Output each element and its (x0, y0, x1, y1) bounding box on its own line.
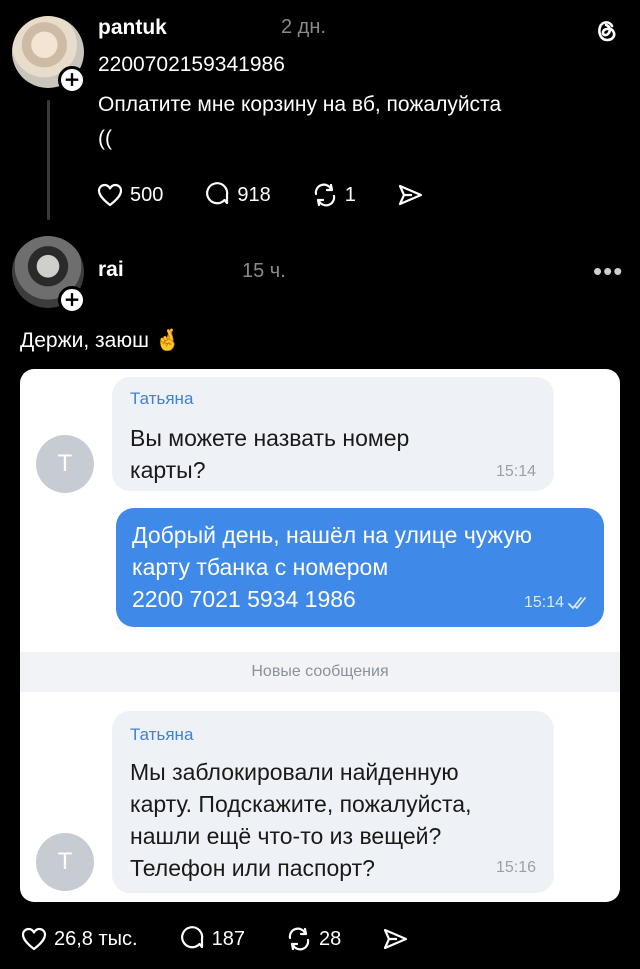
message-text-line: Вы можете назвать номер (130, 425, 410, 451)
comment-count: 918 (237, 183, 271, 206)
post-text-line: Оплатите мне корзину на вб, пожалуйста (98, 93, 502, 116)
comment-button[interactable]: 918 (203, 181, 271, 209)
post-actions: 500 918 1 (96, 181, 424, 209)
redaction-bar (180, 6, 275, 46)
post-username[interactable]: pantuk (98, 16, 167, 40)
like-button[interactable]: 26,8 тыс. (20, 925, 138, 953)
repost-count: 28 (318, 927, 342, 950)
embedded-chat-screenshot[interactable]: Татьяна Вы можете назвать номер карты? 1… (20, 369, 620, 902)
like-count: 26,8 тыс. (54, 927, 138, 950)
message-time: 15:14 (495, 463, 536, 480)
more-horizontal-icon[interactable]: ••• (593, 256, 623, 287)
message-text-line: карту. Подскажите, пожалуйста, (130, 791, 472, 817)
reply-username[interactable]: rai (98, 258, 124, 282)
repost-button[interactable]: 1 (311, 181, 356, 209)
repost-icon (288, 927, 310, 951)
like-count: 500 (130, 183, 164, 206)
share-button[interactable] (396, 181, 424, 209)
heart-icon (97, 183, 123, 207)
comment-icon (206, 182, 229, 205)
chat-message-incoming: Татьяна Вы можете назвать номер карты? 1… (112, 377, 554, 491)
reply-text-label: Держи, заюш (20, 329, 149, 352)
post-text-line: 2200702159341986 (98, 53, 285, 76)
message-time: 15:14 (523, 594, 564, 611)
chat-message-outgoing: Добрый день, нашёл на улице чужую карту … (116, 508, 604, 627)
redaction-bar (146, 248, 236, 288)
reply-time: 15 ч. (242, 260, 286, 282)
chat-message-incoming: Татьяна Мы заблокировали найденную карту… (112, 711, 554, 893)
message-time: 15:16 (495, 859, 536, 876)
message-text-line: нашли ещё что-то из вещей? (130, 823, 442, 849)
message-text-line: 2200 7021 5934 1986 (132, 586, 356, 612)
new-messages-divider: Новые сообщения (20, 652, 620, 692)
send-icon (384, 928, 408, 950)
repost-count: 1 (344, 183, 356, 206)
post-text-line: (( (98, 127, 112, 150)
thread-line (47, 100, 50, 220)
threads-logo-icon[interactable] (590, 14, 622, 46)
message-text-line: Мы заблокировали найденную (130, 759, 459, 785)
chat-avatar: Т (36, 833, 94, 891)
comment-icon (180, 926, 203, 949)
crossed-fingers-emoji: 🤞 (154, 329, 181, 352)
repost-icon (314, 183, 335, 207)
message-sender: Татьяна (130, 725, 194, 744)
message-sender: Татьяна (130, 389, 194, 408)
send-icon (398, 184, 422, 206)
reply-text: Держи, заюш 🤞 (20, 326, 181, 356)
comment-count: 187 (211, 927, 245, 950)
post-time: 2 дн. (281, 16, 326, 38)
message-text-line: карту тбанка с номером (132, 554, 389, 580)
message-status: 15:14 (524, 594, 590, 612)
message-text-line: карты? (130, 457, 206, 483)
reply-actions: 26,8 тыс. 187 28 (20, 925, 409, 953)
double-check-icon (568, 597, 586, 609)
follow-plus-icon[interactable]: + (58, 286, 86, 314)
chat-avatar: Т (36, 435, 94, 493)
share-button[interactable] (381, 925, 409, 953)
like-button[interactable]: 500 (96, 181, 163, 209)
message-text-line: Добрый день, нашёл на улице чужую (132, 522, 532, 548)
repost-button[interactable]: 28 (285, 925, 341, 953)
message-text-line: Телефон или паспорт? (130, 855, 375, 881)
comment-button[interactable]: 187 (178, 925, 245, 953)
follow-plus-icon[interactable]: + (58, 66, 86, 94)
heart-icon (21, 927, 47, 951)
